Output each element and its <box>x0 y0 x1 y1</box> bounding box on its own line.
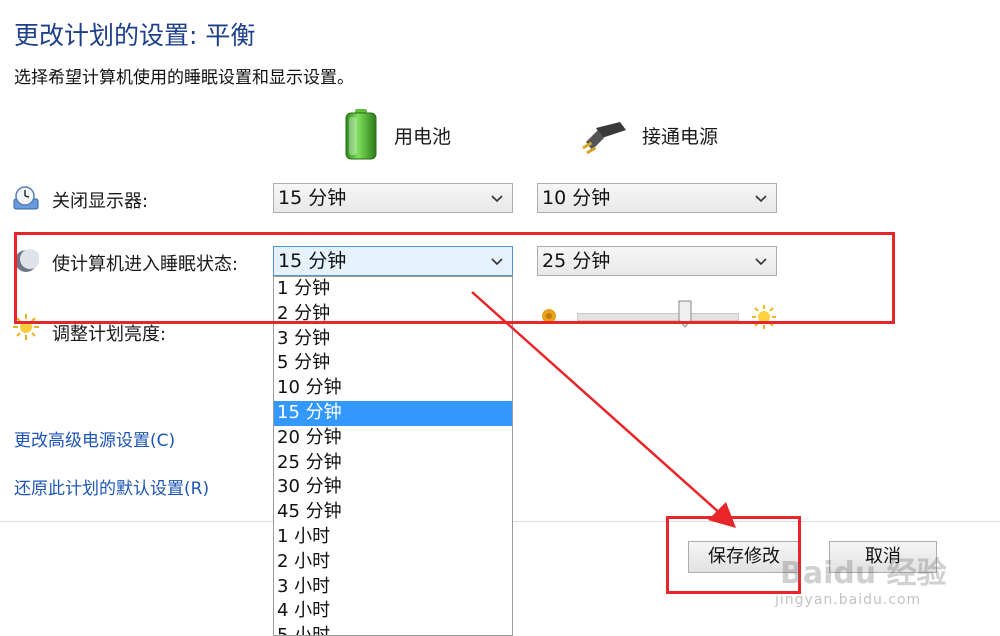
page-title: 更改计划的设置: 平衡 <box>14 21 256 50</box>
restore-defaults-link[interactable]: 还原此计划的默认设置(R) <box>14 474 209 499</box>
display-battery-select[interactable]: 15 分钟 <box>273 183 513 213</box>
battery-icon <box>344 108 378 160</box>
watermark-brand: Baidu 经验 <box>780 556 947 591</box>
chevron-down-icon <box>755 195 767 203</box>
power-plug-icon <box>582 120 632 155</box>
monitor-clock-icon <box>13 185 39 211</box>
advanced-power-settings-link[interactable]: 更改高级电源设置(C) <box>14 426 175 451</box>
watermark-url: jingyan.baidu.com <box>775 592 922 608</box>
chevron-down-icon <box>491 195 503 203</box>
column-battery-label: 用电池 <box>394 126 452 148</box>
display-off-label: 关闭显示器: <box>52 191 149 212</box>
page-subtitle: 选择希望计算机使用的睡眠设置和显示设置。 <box>14 68 354 88</box>
dropdown-option[interactable]: 3 小时 <box>274 575 512 600</box>
annotation-highlight-sleep-row <box>14 232 895 324</box>
annotation-arrow <box>471 291 736 528</box>
display-plugged-value: 10 分钟 <box>542 187 611 209</box>
dropdown-option[interactable]: 4 小时 <box>274 599 512 624</box>
dropdown-option[interactable]: 2 小时 <box>274 550 512 575</box>
display-plugged-select[interactable]: 10 分钟 <box>537 183 777 213</box>
column-plugged-label: 接通电源 <box>642 126 719 148</box>
display-battery-value: 15 分钟 <box>278 187 347 209</box>
dropdown-option[interactable]: 5 小时 <box>274 624 512 635</box>
